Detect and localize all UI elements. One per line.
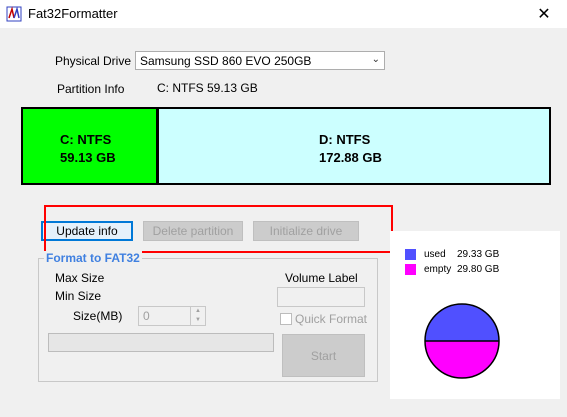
volume-label-label: Volume Label xyxy=(285,271,358,285)
spin-down-icon[interactable]: ▼ xyxy=(191,316,205,325)
pie-used-slice xyxy=(425,304,499,341)
size-label: Size(MB) xyxy=(73,309,123,323)
used-legend-swatch xyxy=(405,249,416,260)
format-progress-bar xyxy=(48,333,274,352)
pie-empty-slice xyxy=(425,341,499,378)
partition-c-name: C: NTFS xyxy=(60,132,112,147)
partition-c-size: 59.13 GB xyxy=(60,150,116,165)
partition-c[interactable]: C: NTFS 59.13 GB xyxy=(23,109,159,183)
partition-d[interactable]: D: NTFS 172.88 GB xyxy=(159,109,549,183)
max-size-label: Max Size xyxy=(55,271,105,285)
close-icon: ✕ xyxy=(537,6,551,23)
format-group-title: Format to FAT32 xyxy=(44,251,142,265)
usage-pie xyxy=(424,303,500,379)
volume-label-input[interactable] xyxy=(277,287,365,307)
usage-panel: used 29.33 GB empty 29.80 GB xyxy=(390,231,560,399)
empty-value: 29.80 GB xyxy=(457,264,500,275)
quick-format-label: Quick Format xyxy=(295,312,368,326)
highlight-box xyxy=(44,205,393,253)
physical-drive-value: Samsung SSD 860 EVO 250GB xyxy=(140,54,312,68)
partition-d-size: 172.88 GB xyxy=(319,150,382,165)
partition-info-value: C: NTFS 59.13 GB xyxy=(157,81,258,95)
size-value: 0 xyxy=(143,309,150,323)
empty-label: empty xyxy=(424,264,452,275)
partition-d-name: D: NTFS xyxy=(319,132,371,147)
empty-legend-swatch xyxy=(405,264,416,275)
used-value: 29.33 GB xyxy=(457,249,500,260)
min-size-label: Min Size xyxy=(55,289,102,303)
close-button[interactable]: ✕ xyxy=(521,0,567,28)
title-bar: Fat32Formatter ✕ xyxy=(0,0,567,28)
window-title: Fat32Formatter xyxy=(28,6,118,21)
physical-drive-select[interactable]: Samsung SSD 860 EVO 250GB ⌄ xyxy=(135,51,385,70)
spin-up-icon[interactable]: ▲ xyxy=(191,307,205,316)
quick-format-checkbox[interactable] xyxy=(280,313,292,325)
partition-info-label: Partition Info xyxy=(57,82,125,96)
start-button[interactable]: Start xyxy=(282,334,365,377)
chevron-down-icon: ⌄ xyxy=(371,54,380,65)
size-input[interactable]: 0 ▲ ▼ xyxy=(138,306,206,326)
size-spinner[interactable]: ▲ ▼ xyxy=(190,307,205,325)
physical-drive-label: Physical Drive xyxy=(55,54,132,68)
used-label: used xyxy=(424,249,446,260)
main-panel: Physical Drive Samsung SSD 860 EVO 250GB… xyxy=(0,28,567,417)
app-icon xyxy=(6,6,22,22)
partition-map: C: NTFS 59.13 GB D: NTFS 172.88 GB xyxy=(21,107,551,185)
